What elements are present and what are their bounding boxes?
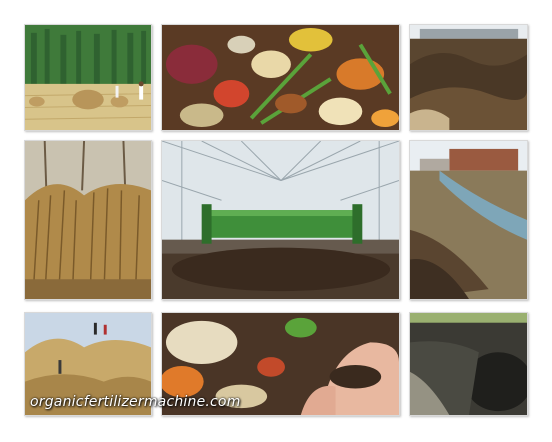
food-scraps-image <box>162 25 399 130</box>
photo-ditch <box>409 140 528 300</box>
greenhouse-turner-image <box>162 141 399 299</box>
photo-food-scraps <box>161 24 400 131</box>
dark-compost-pile-image <box>410 313 527 415</box>
photo-greenhouse-turner <box>161 140 400 300</box>
manure-pile-image <box>410 25 527 130</box>
photo-dark-compost-pile <box>409 312 528 416</box>
photo-manure-pile <box>409 24 528 131</box>
photo-wheat-field <box>24 24 152 131</box>
photo-corn-stalks <box>24 140 152 300</box>
wheat-field-image <box>25 25 151 130</box>
watermark-text: organicfertilizermachine.com <box>30 394 241 410</box>
corn-stalks-image <box>25 141 151 299</box>
ditch-image <box>410 141 527 299</box>
